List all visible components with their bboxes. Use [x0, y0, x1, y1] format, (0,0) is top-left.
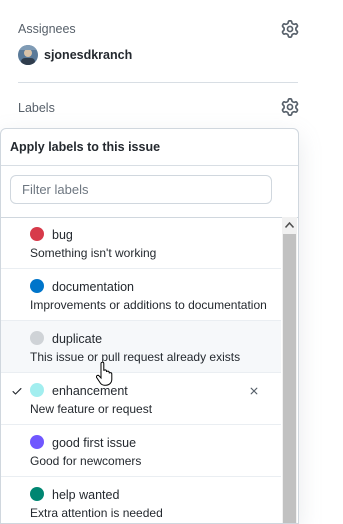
scrollbar-thumb[interactable]	[283, 234, 296, 523]
label-name: help wanted	[52, 488, 120, 502]
label-description: Improvements or additions to documentati…	[30, 298, 267, 312]
label-name: enhancement	[52, 384, 128, 398]
scroll-up-arrow-icon[interactable]	[282, 217, 297, 233]
label-description: Something isn't working	[30, 246, 157, 260]
label-color-dot	[30, 435, 44, 449]
hand-pointer-cursor-icon	[96, 362, 113, 386]
label-description: Good for newcomers	[30, 454, 142, 468]
remove-label-x-icon[interactable]	[248, 385, 260, 397]
label-item-documentation[interactable]: documentation Improvements or additions …	[1, 269, 281, 321]
label-color-dot	[30, 331, 44, 345]
label-description: Extra attention is needed	[30, 506, 163, 520]
popover-header: Apply labels to this issue	[1, 129, 298, 166]
assignees-gear-icon[interactable]	[281, 20, 299, 38]
check-icon	[12, 388, 22, 395]
assignee-username: sjonesdkranch	[44, 48, 133, 62]
label-name: documentation	[52, 280, 135, 294]
label-name: duplicate	[52, 332, 103, 346]
label-item-good-first-issue[interactable]: good first issue Good for newcomers	[1, 425, 281, 477]
labels-heading: Labels	[18, 101, 55, 115]
assignees-heading: Assignees	[18, 22, 76, 36]
labels-popover: Apply labels to this issue bug Something…	[0, 128, 299, 524]
label-item-enhancement[interactable]: enhancement New feature or request	[1, 373, 281, 425]
popover-title: Apply labels to this issue	[10, 140, 161, 154]
avatar	[18, 45, 38, 65]
section-divider	[18, 82, 298, 83]
label-color-dot	[30, 279, 44, 293]
labels-scrollbar[interactable]	[282, 217, 297, 523]
filter-container	[1, 166, 298, 218]
label-description: This issue or pull request already exist…	[30, 350, 241, 364]
label-name: good first issue	[52, 436, 137, 450]
label-color-dot	[30, 383, 44, 397]
label-item-bug[interactable]: bug Something isn't working	[1, 217, 281, 269]
labels-list: bug Something isn't working documentatio…	[1, 217, 281, 523]
filter-labels-input[interactable]	[10, 175, 272, 204]
label-description: New feature or request	[30, 402, 153, 416]
label-name: bug	[52, 228, 73, 242]
label-item-duplicate[interactable]: duplicate This issue or pull request alr…	[1, 321, 281, 373]
label-color-dot	[30, 487, 44, 501]
label-color-dot	[30, 227, 44, 241]
assignee-entry[interactable]: sjonesdkranch	[18, 45, 132, 65]
label-item-help-wanted[interactable]: help wanted Extra attention is needed	[1, 477, 281, 523]
labels-gear-icon[interactable]	[281, 98, 299, 116]
